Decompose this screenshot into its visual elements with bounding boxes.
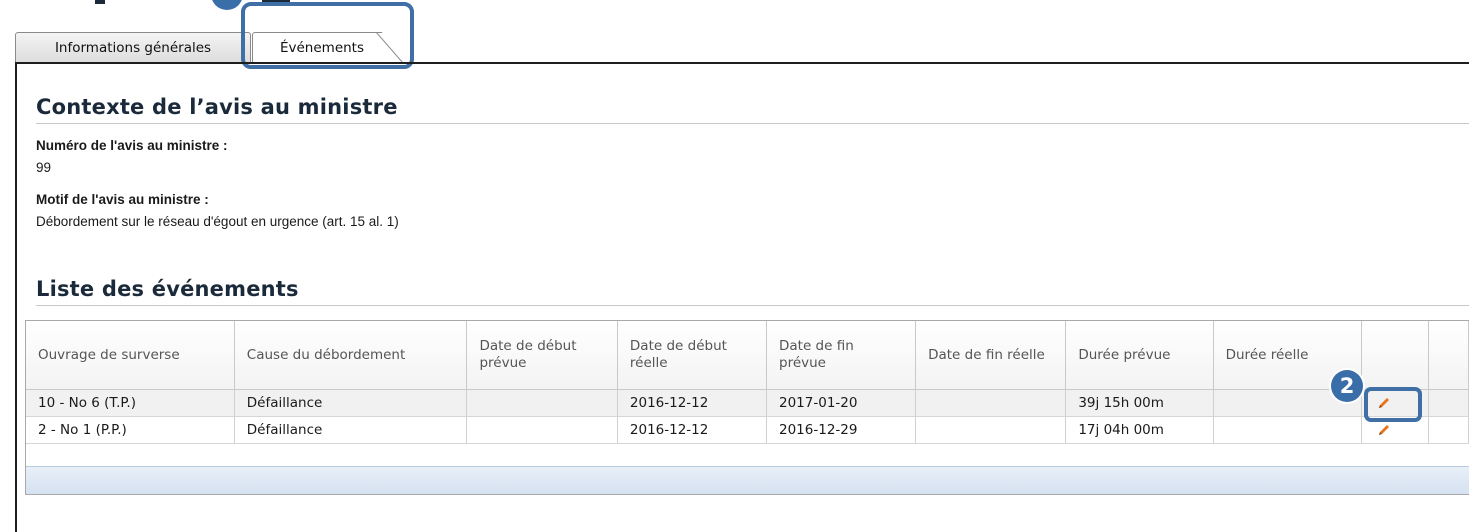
cell-debut-prevue xyxy=(466,389,618,417)
motif-value: Débordement sur le réseau d'égout en urg… xyxy=(36,214,399,229)
cell-fin-prevue: 2017-01-20 xyxy=(766,389,917,417)
cell-duree-prevue: 17j 04h 00m xyxy=(1065,416,1214,444)
pencil-icon[interactable] xyxy=(1376,422,1392,438)
cell-cause: Défaillance xyxy=(234,389,468,417)
cell-duree-prevue: 39j 15h 00m xyxy=(1065,389,1214,417)
column-header-debut-prevue[interactable]: Date de début prévue xyxy=(466,321,618,390)
cell-fin-reelle xyxy=(915,416,1067,444)
section-divider xyxy=(36,305,1469,306)
tab-strip: Informations générales Événements xyxy=(15,27,1469,63)
cell-debut-reelle: 2016-12-12 xyxy=(617,416,768,444)
column-header-debut-reelle[interactable]: Date de début réelle xyxy=(617,321,768,390)
tab-label: Événements xyxy=(279,40,365,56)
tab-informations-generales[interactable]: Informations générales xyxy=(15,32,251,63)
cell-fin-prevue: 2016-12-29 xyxy=(766,416,917,444)
column-header-filler xyxy=(1428,321,1469,390)
cell-fin-reelle xyxy=(915,389,1067,417)
tab-evenements[interactable]: Événements xyxy=(252,32,403,63)
cell-debut-reelle: 2016-12-12 xyxy=(617,389,768,417)
table-row[interactable]: 10 - No 6 (T.P.) Défaillance 2016-12-12 … xyxy=(26,389,1469,417)
cell-ouvrage: 10 - No 6 (T.P.) xyxy=(26,389,235,417)
cropped-page-header xyxy=(0,0,1469,12)
numero-value: 99 xyxy=(36,160,52,175)
cell-actions xyxy=(1361,416,1430,444)
tab-label: Informations générales xyxy=(54,40,212,56)
table-footer-bar xyxy=(26,466,1469,494)
column-header-fin-reelle[interactable]: Date de fin réelle xyxy=(915,321,1067,390)
table-header-row: Ouvrage de surverse Cause du débordement… xyxy=(26,321,1469,390)
callout-badge-2: 2 xyxy=(1331,370,1363,402)
cell-filler xyxy=(1428,416,1469,444)
column-header-ouvrage[interactable]: Ouvrage de surverse xyxy=(26,321,235,390)
cell-actions xyxy=(1361,389,1430,417)
table-row[interactable]: 2 - No 1 (P.P.) Défaillance 2016-12-12 2… xyxy=(26,416,1469,444)
cell-ouvrage: 2 - No 1 (P.P.) xyxy=(26,416,235,444)
context-section-title: Contexte de l’avis au ministre xyxy=(36,95,398,119)
cell-cause: Défaillance xyxy=(234,416,468,444)
column-header-actions xyxy=(1361,321,1430,390)
cell-duree-reelle xyxy=(1213,416,1362,444)
events-table: Ouvrage de surverse Cause du débordement… xyxy=(25,320,1469,495)
section-divider xyxy=(36,123,1469,124)
pencil-icon[interactable] xyxy=(1376,395,1392,411)
cell-debut-prevue xyxy=(466,416,618,444)
cell-filler xyxy=(1428,389,1469,417)
events-section-title: Liste des événements xyxy=(36,277,299,301)
column-header-cause[interactable]: Cause du débordement xyxy=(234,321,468,390)
numero-label: Numéro de l'avis au ministre : xyxy=(36,138,228,153)
motif-label: Motif de l'avis au ministre : xyxy=(36,192,209,207)
column-header-fin-prevue[interactable]: Date de fin prévue xyxy=(766,321,917,390)
column-header-duree-prevue[interactable]: Durée prévue xyxy=(1065,321,1214,390)
